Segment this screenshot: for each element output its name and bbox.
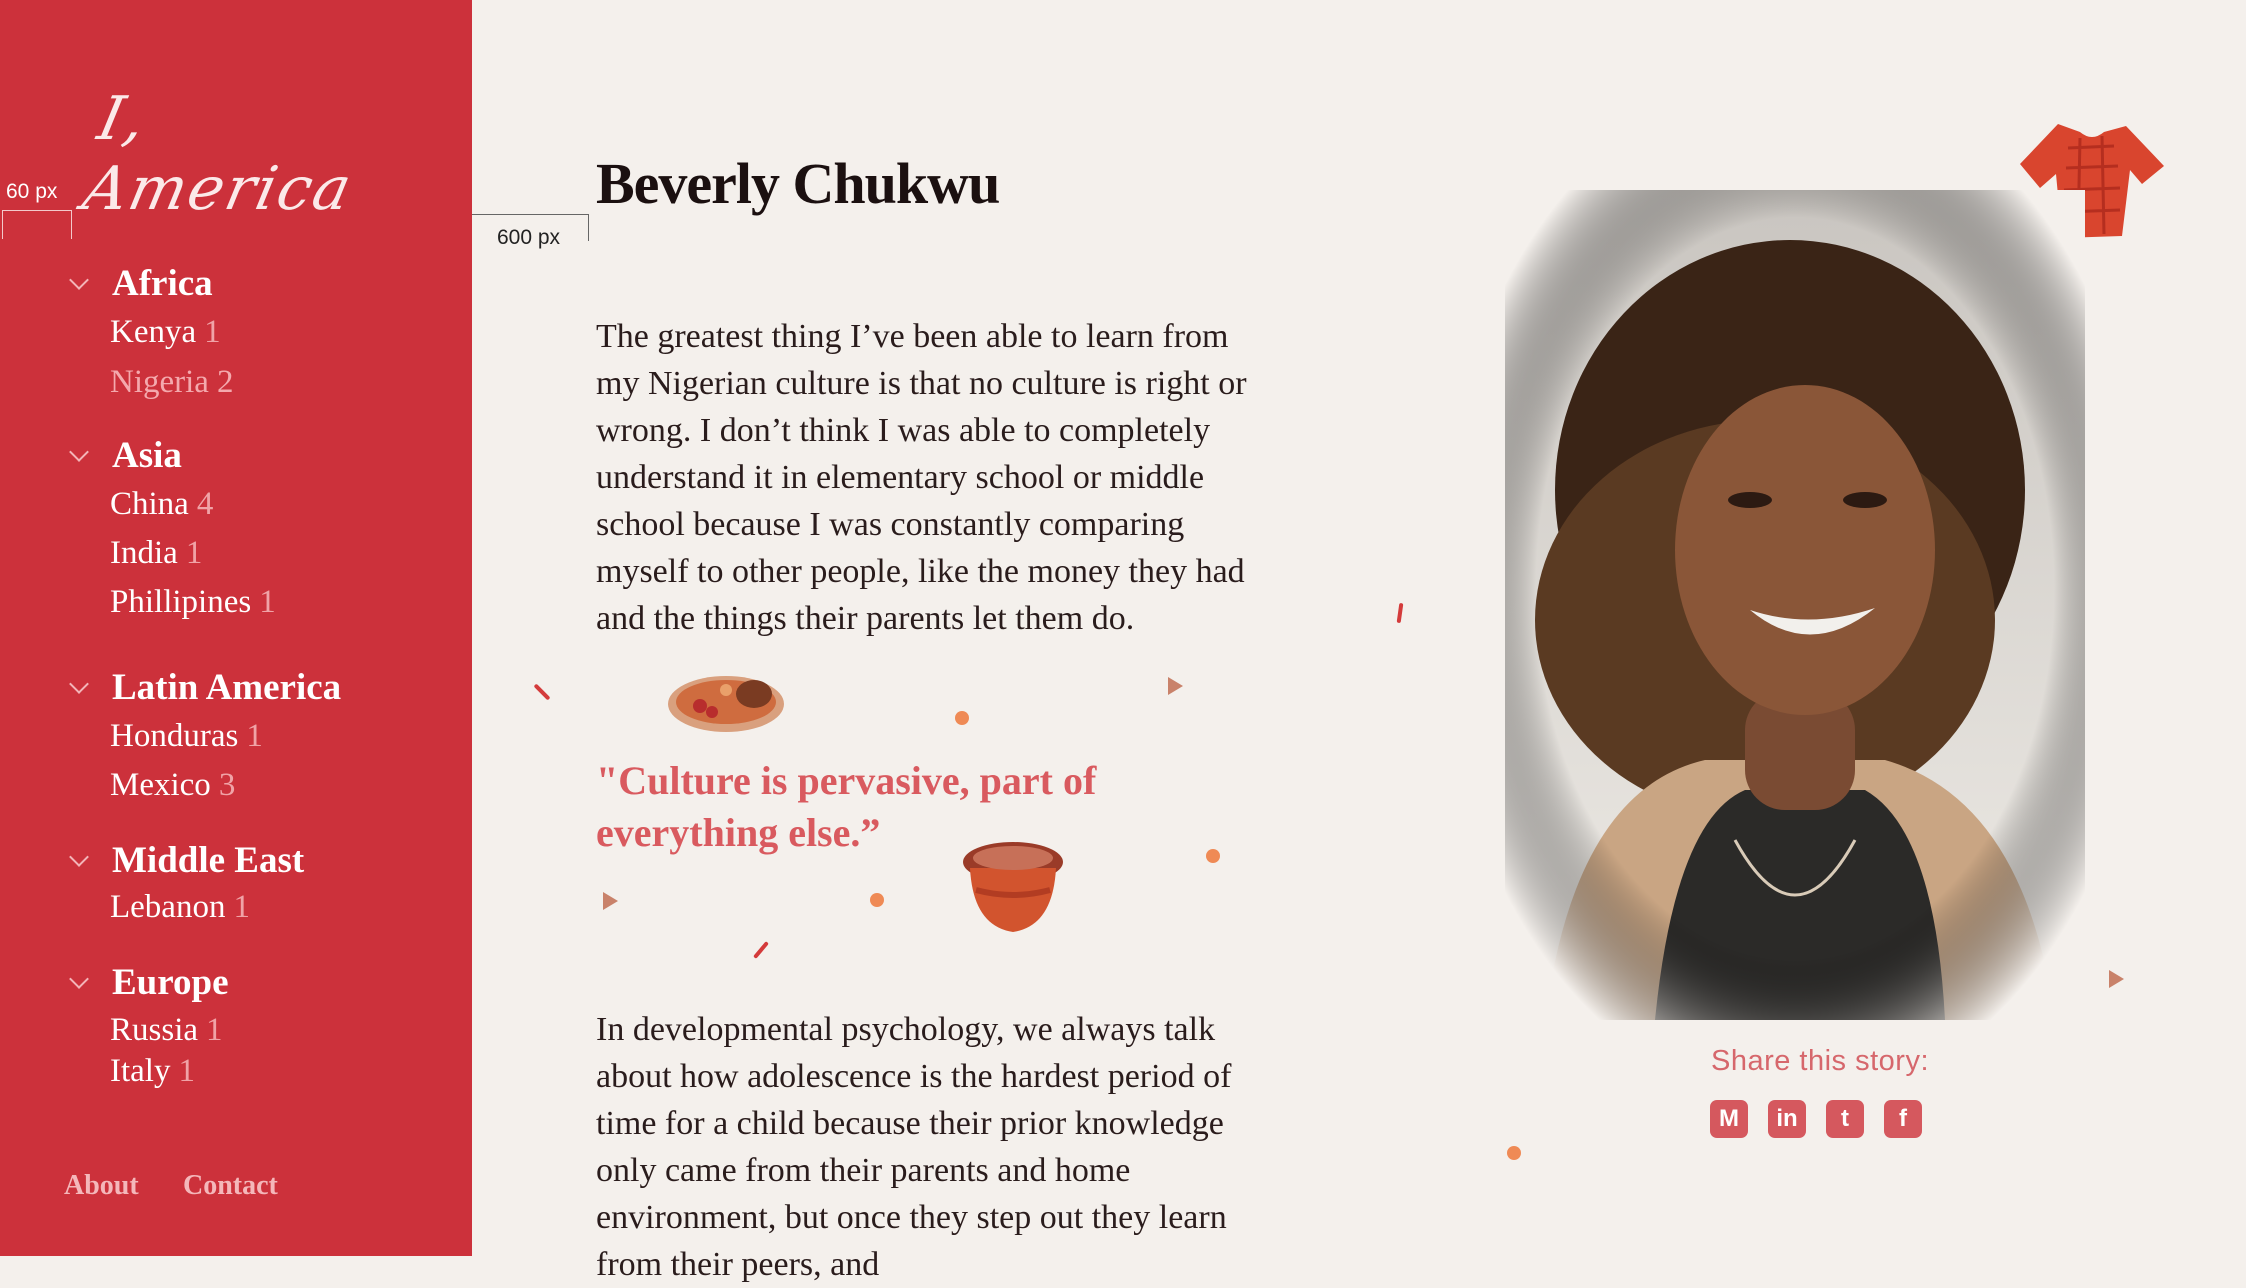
country-name: India	[110, 535, 178, 571]
story-count: 3	[218, 767, 236, 803]
region-africa[interactable]: Africa	[69, 262, 213, 305]
chevron-down-icon	[69, 673, 89, 694]
measure-annotation-600: 600 px	[497, 226, 561, 249]
food-plate-illustration	[668, 676, 784, 732]
story-paragraph: In developmental psychology, we always t…	[596, 1011, 1232, 1283]
confetti-dash	[1396, 602, 1404, 624]
measure-annotation-60: 60 px	[6, 180, 58, 203]
country-phillipines[interactable]: Phillipines 1	[110, 584, 276, 621]
story-count: 4	[196, 486, 214, 522]
region-label: Latin America	[112, 667, 342, 708]
region-latin-america[interactable]: Latin America	[69, 666, 342, 709]
about-link[interactable]: About	[64, 1170, 139, 1202]
confetti-dash	[753, 941, 769, 959]
facebook-icon[interactable]: f	[1884, 1100, 1922, 1138]
region-label: Africa	[112, 263, 213, 304]
country-italy[interactable]: Italy 1	[110, 1053, 195, 1090]
story-count: 1	[233, 889, 250, 925]
chevron-down-icon	[69, 269, 89, 290]
region-label: Middle East	[112, 840, 305, 881]
site-logo[interactable]: I, America	[77, 84, 407, 224]
share-icons: M in t f	[1710, 1100, 1922, 1138]
story-count: 1	[204, 314, 221, 350]
country-name: China	[110, 486, 189, 522]
country-india[interactable]: India 1	[110, 535, 202, 572]
country-name: Russia	[110, 1012, 199, 1048]
country-name: Kenya	[110, 314, 197, 350]
region-asia[interactable]: Asia	[69, 434, 182, 477]
country-kenya[interactable]: Kenya 1	[110, 314, 221, 351]
confetti-dot	[955, 711, 969, 725]
story-count: 1	[185, 535, 203, 571]
country-name: Lebanon	[110, 889, 226, 925]
story-count: 1	[246, 718, 263, 754]
story-count: 1	[259, 584, 276, 620]
twitter-icon[interactable]: t	[1826, 1100, 1864, 1138]
country-russia[interactable]: Russia 1	[110, 1012, 223, 1049]
pull-quote: "Culture is pervasive, part of everythin…	[596, 758, 1097, 855]
region-label: Europe	[112, 962, 229, 1003]
country-lebanon[interactable]: Lebanon 1	[110, 889, 250, 926]
story-count: 1	[178, 1053, 195, 1089]
chevron-down-icon	[69, 846, 89, 867]
story-paragraph: The greatest thing I’ve been able to lea…	[596, 318, 1247, 637]
confetti-dot	[1507, 1146, 1521, 1160]
story-count: 1	[206, 1012, 223, 1048]
confetti-dash	[533, 683, 551, 701]
contact-link[interactable]: Contact	[183, 1170, 278, 1202]
region-middle-east[interactable]: Middle East	[69, 839, 305, 882]
region-label: Asia	[112, 435, 182, 476]
measure-bracket-60	[2, 210, 72, 239]
confetti-triangle	[603, 892, 618, 910]
medium-icon[interactable]: M	[1710, 1100, 1748, 1138]
chevron-down-icon	[69, 441, 89, 462]
country-name: Nigeria	[110, 364, 209, 400]
portrait-photo	[1505, 190, 2085, 1020]
linkedin-icon[interactable]: in	[1768, 1100, 1806, 1138]
country-china[interactable]: China 4	[110, 486, 213, 523]
confetti-dot	[1206, 849, 1220, 863]
country-nigeria[interactable]: Nigeria 2	[110, 364, 233, 401]
sidebar: I, America 60 px Africa Kenya 1 Nigeria 2 …	[0, 0, 472, 1256]
confetti-triangle	[2109, 970, 2124, 988]
country-honduras[interactable]: Honduras 1	[110, 718, 263, 755]
story-title: Beverly Chukwu	[596, 151, 1000, 216]
share-label: Share this story:	[1710, 1045, 1930, 1077]
country-name: Phillipines	[110, 584, 252, 620]
story-count: 2	[216, 364, 234, 400]
chevron-down-icon	[69, 968, 89, 989]
country-name: Honduras	[110, 718, 239, 754]
country-name: Mexico	[110, 767, 211, 803]
country-mexico[interactable]: Mexico 3	[110, 767, 235, 804]
confetti-dot	[870, 893, 884, 907]
country-name: Italy	[110, 1053, 171, 1089]
region-europe[interactable]: Europe	[69, 961, 229, 1004]
confetti-triangle	[1168, 677, 1183, 695]
